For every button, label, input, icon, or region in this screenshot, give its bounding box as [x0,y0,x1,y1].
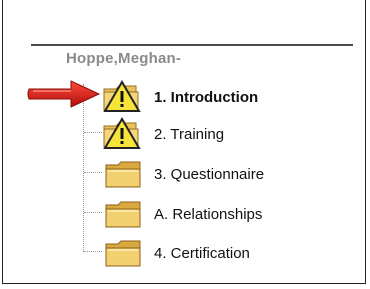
tree-connector [84,212,102,213]
tree-connector [84,132,102,133]
tree-item-relationships[interactable]: A. Relationships [102,197,262,231]
tree-item-label: 2. Training [154,125,225,143]
warning-folder-icon [102,117,146,151]
warning-folder-icon [102,80,146,114]
red-arrow-icon [25,79,105,109]
tree-item-label: 1. Introduction [154,88,259,106]
folder-icon [102,236,146,270]
tree-connector [84,251,102,252]
tree-item-certification[interactable]: 4. Certification [102,236,250,270]
user-name-label: Hoppe,Meghan- [66,50,182,67]
tree-item-label: 3. Questionnaire [154,165,265,183]
folder-icon [102,197,146,231]
tree-item-questionnaire[interactable]: 3. Questionnaire [102,157,264,191]
tree-connector [84,172,102,173]
tree-item-training[interactable]: 2. Training [102,117,224,151]
folder-icon [102,157,146,191]
tree-connector-vertical [83,84,84,252]
tree-item-label: A. Relationships [154,205,263,223]
panel-divider [31,44,353,46]
tree-item-label: 4. Certification [154,244,250,262]
tree-item-introduction[interactable]: 1. Introduction [102,80,258,114]
